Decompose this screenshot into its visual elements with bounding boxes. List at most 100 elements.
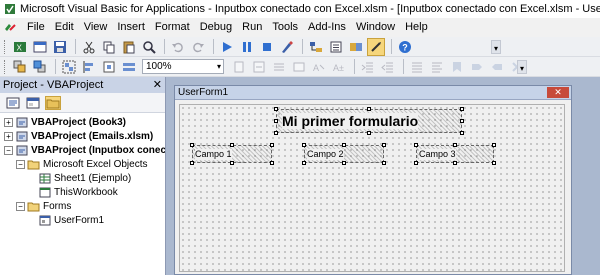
userform-designer-window[interactable]: UserForm1 ✕ Mi primer formulario Campo 1 — [174, 85, 572, 275]
group-icon[interactable] — [60, 58, 78, 76]
view-code-icon[interactable] — [5, 96, 21, 110]
toolbar-grip[interactable] — [4, 59, 7, 74]
resize-handle[interactable] — [460, 119, 464, 123]
help-icon[interactable]: ? — [396, 38, 414, 56]
menu-window[interactable]: Window — [351, 18, 400, 37]
toolbox-icon[interactable] — [367, 37, 385, 56]
resize-handle[interactable] — [460, 131, 464, 135]
resize-handle[interactable] — [270, 161, 274, 165]
collapse-icon[interactable]: − — [4, 145, 13, 155]
menu-add-ins[interactable]: Add-Ins — [303, 18, 351, 37]
collapse-icon[interactable]: − — [16, 159, 25, 169]
tree-item-sheet1[interactable]: Sheet1 (Ejemplo) — [0, 171, 165, 185]
toolbar-overflow-button[interactable]: ▾ — [491, 40, 501, 54]
make-same-size-icon[interactable] — [120, 58, 138, 76]
redo-icon[interactable] — [189, 38, 207, 56]
indent-icon[interactable] — [359, 58, 377, 76]
resize-handle[interactable] — [492, 143, 496, 147]
resize-handle[interactable] — [382, 143, 386, 147]
previous-bookmark-icon[interactable] — [488, 58, 506, 76]
align-icon[interactable] — [80, 58, 98, 76]
resize-handle[interactable] — [190, 143, 194, 147]
copy-icon[interactable] — [100, 38, 118, 56]
design-mode-icon[interactable] — [278, 38, 296, 56]
resize-handle[interactable] — [230, 143, 234, 147]
bring-to-front-icon[interactable] — [11, 58, 29, 76]
send-to-back-icon[interactable] — [31, 58, 49, 76]
vba-editor-icon[interactable] — [2, 20, 18, 36]
tree-item-userform1[interactable]: UserForm1 — [0, 213, 165, 227]
resize-handle[interactable] — [274, 131, 278, 135]
resize-handle[interactable] — [270, 143, 274, 147]
expand-icon[interactable]: + — [4, 131, 13, 141]
expand-icon[interactable]: + — [4, 117, 13, 127]
toggle-breakpoint-icon[interactable] — [230, 58, 248, 76]
resize-handle[interactable] — [460, 107, 464, 111]
menu-insert[interactable]: Insert — [112, 18, 150, 37]
menu-debug[interactable]: Debug — [195, 18, 237, 37]
menu-format[interactable]: Format — [150, 18, 195, 37]
menu-help[interactable]: Help — [400, 18, 433, 37]
object-browser-icon[interactable] — [347, 38, 365, 56]
toolbar-overflow-button[interactable]: ▾ — [517, 60, 527, 74]
resize-handle[interactable] — [414, 143, 418, 147]
resize-handle[interactable] — [190, 161, 194, 165]
form-title-label[interactable]: Mi primer formulario — [282, 113, 419, 129]
menu-file[interactable]: File — [22, 18, 50, 37]
undo-icon[interactable] — [169, 38, 187, 56]
menu-tools[interactable]: Tools — [267, 18, 303, 37]
break-icon[interactable] — [238, 38, 256, 56]
resize-handle[interactable] — [302, 143, 306, 147]
comment-block-icon[interactable] — [408, 58, 426, 76]
zoom-select[interactable]: 100% ▾ — [142, 59, 224, 74]
view-object-icon[interactable] — [25, 96, 41, 110]
view-excel-icon[interactable]: X — [11, 38, 29, 56]
resize-handle[interactable] — [230, 161, 234, 165]
cut-icon[interactable] — [80, 38, 98, 56]
toolbar-grip[interactable] — [4, 39, 7, 54]
quick-info-icon[interactable] — [250, 58, 268, 76]
resize-handle[interactable] — [492, 161, 496, 165]
tree-item-book3[interactable]: + VBAProject (Book3) — [0, 115, 165, 129]
tree-item-forms[interactable]: − Forms — [0, 199, 165, 213]
resize-handle[interactable] — [414, 161, 418, 165]
resize-handle[interactable] — [453, 161, 457, 165]
collapse-icon[interactable]: − — [16, 201, 25, 211]
tree-item-thisworkbook[interactable]: ThisWorkbook — [0, 185, 165, 199]
resize-handle[interactable] — [367, 107, 371, 111]
field-label-2[interactable]: Campo 2 — [307, 149, 344, 160]
toggle-bookmark-icon[interactable] — [448, 58, 466, 76]
close-icon[interactable]: ✕ — [153, 78, 162, 91]
uncomment-block-icon[interactable] — [428, 58, 446, 76]
menu-view[interactable]: View — [79, 18, 113, 37]
resize-handle[interactable] — [382, 161, 386, 165]
center-icon[interactable] — [100, 58, 118, 76]
resize-handle[interactable] — [342, 143, 346, 147]
next-bookmark-icon[interactable] — [468, 58, 486, 76]
project-explorer-icon[interactable] — [307, 38, 325, 56]
resize-handle[interactable] — [302, 161, 306, 165]
properties-window-icon[interactable] — [327, 38, 345, 56]
menu-run[interactable]: Run — [237, 18, 267, 37]
resize-handle[interactable] — [274, 107, 278, 111]
insert-userform-icon[interactable] — [31, 38, 49, 56]
find-icon[interactable] — [140, 38, 158, 56]
resize-handle[interactable] — [274, 119, 278, 123]
complete-word-icon[interactable]: A± — [330, 58, 348, 76]
paste-icon[interactable] — [120, 38, 138, 56]
userform-titlebar[interactable]: UserForm1 ✕ — [175, 86, 571, 100]
list-constants-icon[interactable] — [290, 58, 308, 76]
save-icon[interactable] — [51, 38, 69, 56]
list-properties-icon[interactable] — [270, 58, 288, 76]
resize-handle[interactable] — [342, 161, 346, 165]
field-label-1[interactable]: Campo 1 — [195, 149, 232, 160]
toggle-folders-icon[interactable] — [45, 95, 61, 110]
parameter-info-icon[interactable]: A — [310, 58, 328, 76]
userform-surface[interactable]: Mi primer formulario Campo 1 Campo 2 Cam… — [179, 104, 565, 272]
outdent-icon[interactable] — [379, 58, 397, 76]
tree-item-excel-objects[interactable]: − Microsoft Excel Objects — [0, 157, 165, 171]
close-button[interactable]: ✕ — [547, 87, 569, 98]
field-label-3[interactable]: Campo 3 — [419, 149, 456, 160]
resize-handle[interactable] — [453, 143, 457, 147]
run-icon[interactable] — [218, 38, 236, 56]
